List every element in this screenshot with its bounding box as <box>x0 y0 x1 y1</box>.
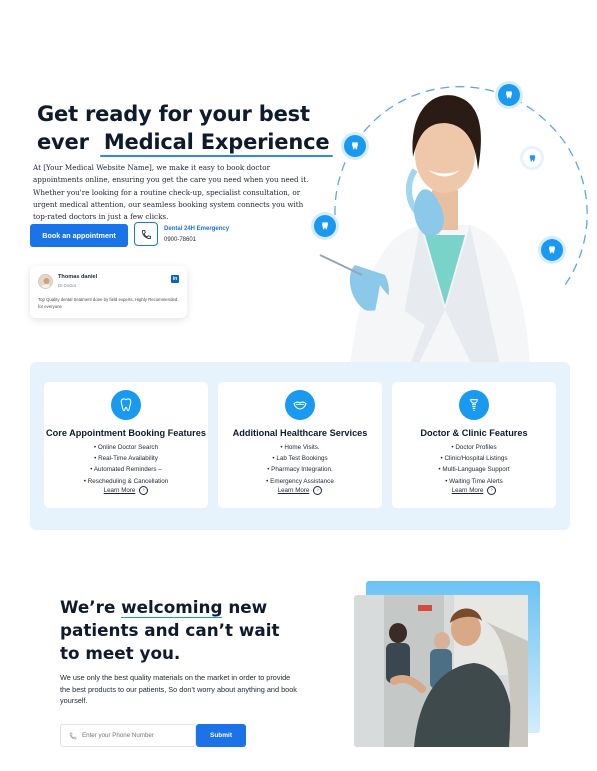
mouth-icon <box>285 390 315 420</box>
tooth-icon <box>498 84 520 106</box>
phone-number-field[interactable] <box>60 724 196 747</box>
welcome-title: We’re welcoming new patients and can’t w… <box>60 597 280 663</box>
emergency-label: Dental 24H Emergency <box>164 226 230 232</box>
implant-icon <box>459 390 489 420</box>
tooth-icon <box>111 390 141 420</box>
feature-item: Multi-Language Support <box>392 464 556 475</box>
tooth-icon <box>344 135 366 157</box>
learn-more-link[interactable]: Learn More › <box>392 486 556 495</box>
phone-number-input[interactable] <box>82 732 192 739</box>
emergency-phone-button[interactable] <box>134 222 158 246</box>
hero-title-line1: Get ready for your best <box>37 102 310 126</box>
feature-item: Pharmacy Integration. <box>218 464 382 475</box>
welcome-title-highlight: welcoming <box>121 597 223 617</box>
phone-icon <box>141 229 151 239</box>
tooth-icon <box>523 149 541 167</box>
feature-item: Real-Time Availability <box>44 453 208 464</box>
feature-item: Clinic/Hospital Listings <box>392 453 556 464</box>
feature-title: Core Appointment Booking Features <box>46 428 206 438</box>
learn-more-link[interactable]: Learn More › <box>44 486 208 495</box>
feature-item: Home Visits. <box>218 442 382 453</box>
hero-description: At [Your Medical Website Name], we make … <box>33 163 309 222</box>
tooth-icon <box>541 239 563 261</box>
feature-card-healthcare-services: Additional Healthcare Services Home Visi… <box>218 382 382 508</box>
tooth-icon <box>314 215 336 237</box>
review-text: Top Quality dental treatment done by fie… <box>38 297 178 309</box>
avatar <box>38 274 53 289</box>
arrow-right-icon: › <box>313 486 323 495</box>
feature-title: Doctor & Clinic Features <box>420 428 528 438</box>
patient-photo <box>354 581 540 747</box>
phone-icon <box>69 732 77 739</box>
feature-title: Additional Healthcare Services <box>232 428 368 438</box>
hero-title: Get ready for your best ever Medical Exp… <box>37 100 333 156</box>
learn-more-link[interactable]: Learn More › <box>218 486 382 495</box>
linkedin-icon[interactable]: in <box>171 275 179 283</box>
feature-item: Online Doctor Search <box>44 442 208 453</box>
arrow-right-icon: › <box>487 486 497 495</box>
feature-item: Automated Reminders – <box>44 464 208 475</box>
feature-card-doctor-clinic: Doctor & Clinic Features Doctor Profiles… <box>392 382 556 508</box>
hero-title-prefix: ever <box>37 130 89 154</box>
feature-item: Lab Test Bookings <box>218 453 382 464</box>
emergency-phone[interactable]: 0900-78601 <box>164 237 196 243</box>
feature-card-core-booking: Core Appointment Booking Features Online… <box>44 382 208 508</box>
features-panel: Core Appointment Booking Features Online… <box>30 362 570 530</box>
book-appointment-button[interactable]: Book an appointment <box>30 224 128 247</box>
doctor-image <box>300 75 597 365</box>
welcome-description: We use only the best quality materials o… <box>60 673 297 705</box>
reviewer-role: Dr.Doctor <box>58 283 77 288</box>
feature-item: Doctor Profiles <box>392 442 556 453</box>
review-card: Thomas daniel Dr.Doctor in Top Quality d… <box>30 266 187 318</box>
submit-button[interactable]: Submit <box>196 724 246 747</box>
reviewer-name: Thomas daniel <box>58 274 98 280</box>
hero-title-accent: Medical Experience <box>100 130 334 154</box>
arrow-right-icon: › <box>139 486 149 495</box>
